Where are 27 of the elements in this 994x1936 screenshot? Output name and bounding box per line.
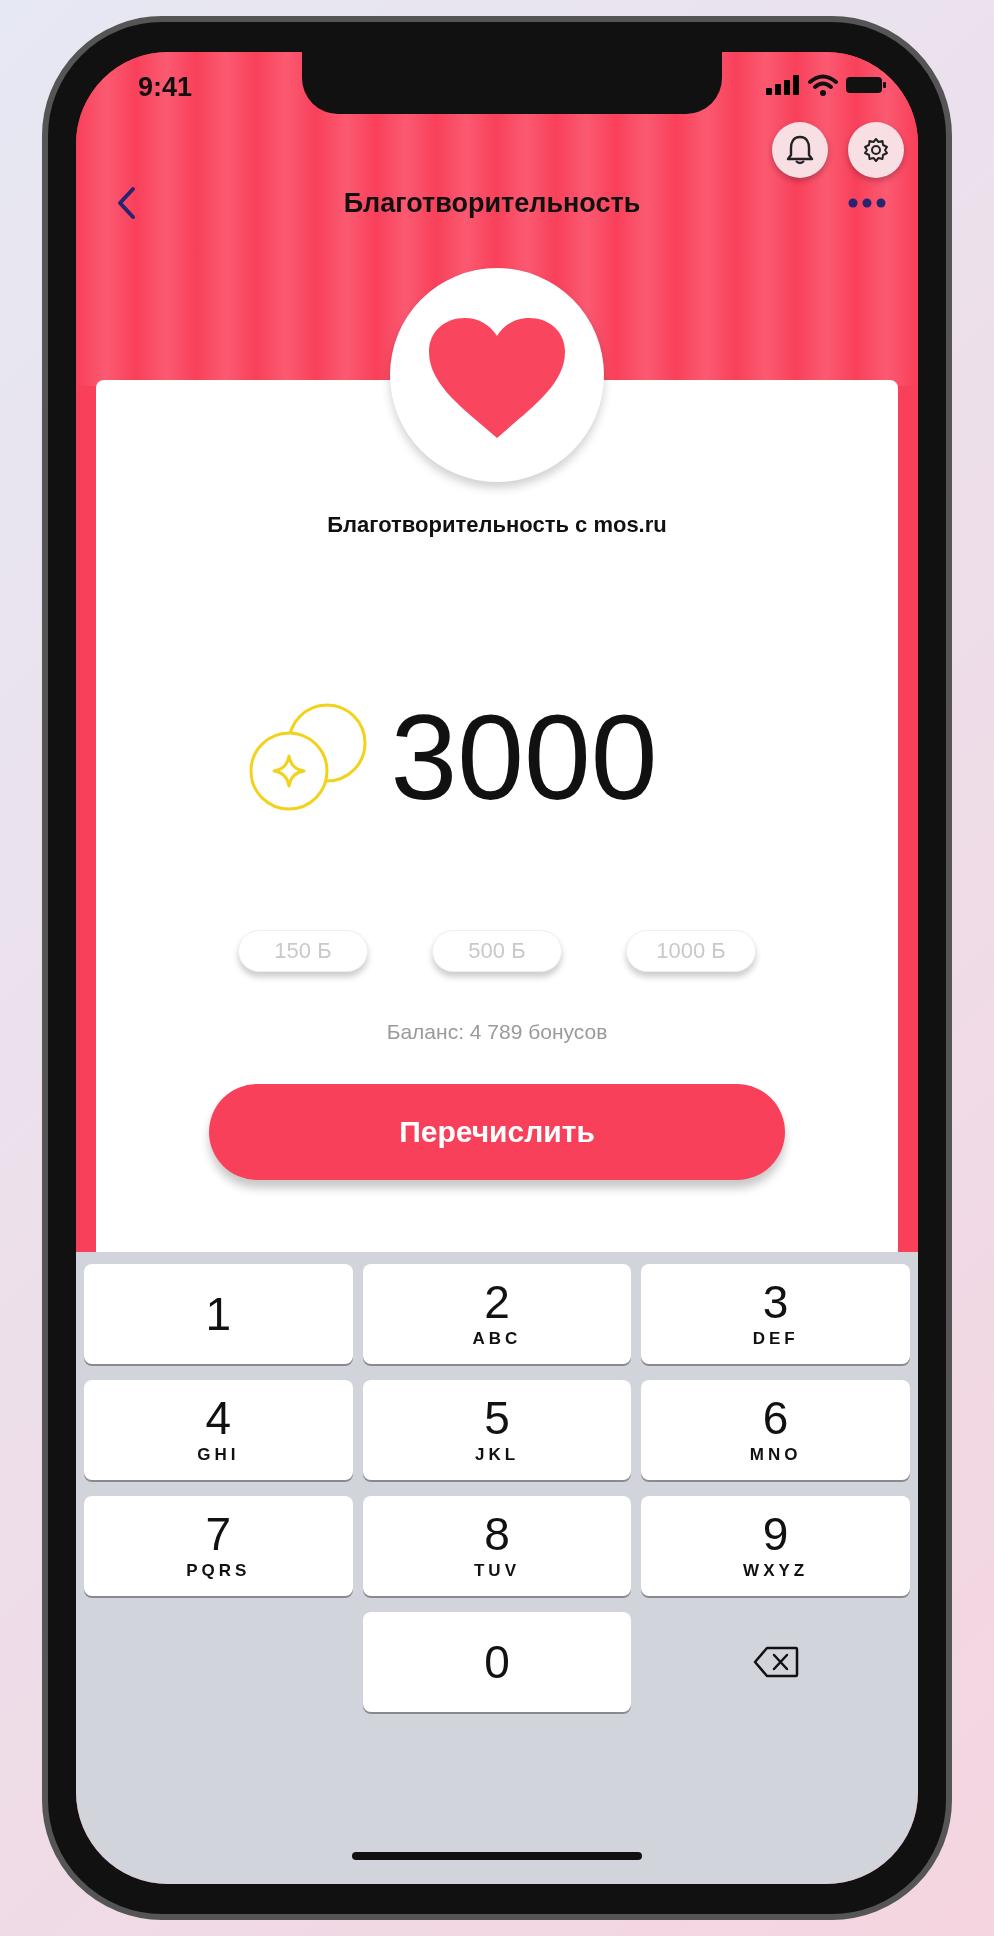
card-subtitle: Благотворительность с mos.ru bbox=[327, 512, 667, 538]
notification-button[interactable] bbox=[772, 122, 828, 178]
keypad-key[interactable]: 0 bbox=[362, 1612, 632, 1712]
status-time: 9:41 bbox=[137, 71, 194, 103]
settings-button[interactable] bbox=[848, 122, 904, 178]
settings-icon bbox=[863, 137, 889, 163]
keypad-key[interactable]: 2 ABC bbox=[362, 1264, 632, 1364]
keypad-key[interactable]: 5 JKL bbox=[362, 1380, 632, 1480]
keypad-key[interactable]: 1 bbox=[84, 1264, 353, 1364]
keypad-key[interactable]: 9 WXYZ bbox=[641, 1496, 910, 1596]
keypad-key[interactable]: 4 GHI bbox=[84, 1380, 353, 1480]
battery-icon bbox=[846, 75, 886, 95]
signal-icon bbox=[766, 75, 800, 95]
keypad-key[interactable]: 8 TUV bbox=[362, 1496, 632, 1596]
keypad-key[interactable]: 6 MNO bbox=[641, 1380, 910, 1480]
amount-value: 3000 bbox=[390, 689, 658, 826]
heart-icon bbox=[427, 316, 567, 440]
balance-text: Баланс: 4 789 бонусов bbox=[386, 1020, 608, 1044]
wifi-icon bbox=[808, 74, 838, 96]
back-icon[interactable] bbox=[116, 186, 136, 220]
more-icon[interactable] bbox=[848, 198, 886, 208]
bell-icon bbox=[785, 134, 815, 166]
keypad-key[interactable]: 7 PQRS bbox=[84, 1496, 353, 1596]
keypad-key[interactable]: 3 DEF bbox=[641, 1264, 910, 1364]
backspace-icon bbox=[752, 1646, 799, 1678]
screen-title: Благотворительность bbox=[343, 187, 641, 219]
transfer-button[interactable]: Перечислить bbox=[209, 1084, 785, 1180]
